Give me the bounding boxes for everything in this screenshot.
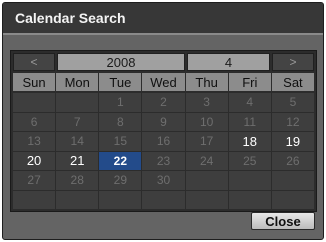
weekday-thu: Thu (185, 73, 228, 91)
day-cell-1: 1 (99, 93, 142, 112)
day-cell-16: 16 (142, 132, 185, 151)
day-cell-29: 29 (99, 171, 142, 190)
day-cell-empty (56, 190, 99, 209)
day-cell-empty (271, 190, 314, 209)
day-cell-28: 28 (56, 171, 99, 190)
weekday-tue: Tue (99, 73, 142, 91)
day-cell-27: 27 (13, 171, 56, 190)
day-cell-3: 3 (185, 93, 228, 112)
day-cell-23: 23 (142, 151, 185, 170)
title-bar: Calendar Search (3, 3, 323, 33)
day-cell-17: 17 (185, 132, 228, 151)
prev-month-button[interactable]: < (13, 53, 55, 71)
day-cell-4: 4 (228, 93, 271, 112)
title-divider (3, 33, 323, 35)
day-cell-18[interactable]: 18 (228, 132, 271, 151)
next-month-button[interactable]: > (272, 53, 314, 71)
close-button[interactable]: Close (251, 212, 315, 230)
day-cell-14: 14 (56, 132, 99, 151)
day-cell-26: 26 (271, 151, 314, 170)
weekday-fri: Fri (228, 73, 271, 91)
day-cell-empty (185, 190, 228, 209)
day-cell-7: 7 (56, 112, 99, 131)
day-cell-30: 30 (142, 171, 185, 190)
day-cell-empty (56, 93, 99, 112)
day-cell-8: 8 (99, 112, 142, 131)
day-cell-25: 25 (228, 151, 271, 170)
weekday-sat: Sat (271, 73, 314, 91)
day-cell-6: 6 (13, 112, 56, 131)
weekday-mon: Mon (56, 73, 99, 91)
day-cell-empty (271, 171, 314, 190)
weekday-header: Sun Mon Tue Wed Thu Fri Sat (13, 73, 314, 91)
calendar-nav: < 2008 4 > (13, 53, 314, 71)
year-field[interactable]: 2008 (57, 53, 185, 71)
day-cell-empty (99, 190, 142, 209)
day-cell-9: 9 (142, 112, 185, 131)
day-cell-11: 11 (228, 112, 271, 131)
day-cell-2: 2 (142, 93, 185, 112)
day-cell-20[interactable]: 20 (13, 151, 56, 170)
weekday-wed: Wed (142, 73, 185, 91)
day-cell-5: 5 (271, 93, 314, 112)
day-cell-12: 12 (271, 112, 314, 131)
dialog-title: Calendar Search (15, 10, 126, 26)
day-cell-15: 15 (99, 132, 142, 151)
day-cell-19[interactable]: 19 (271, 132, 314, 151)
day-cell-10: 10 (185, 112, 228, 131)
weekday-sun: Sun (13, 73, 56, 91)
day-cell-13: 13 (13, 132, 56, 151)
day-cell-empty (13, 93, 56, 112)
month-field[interactable]: 4 (187, 53, 270, 71)
calendar: < 2008 4 > Sun Mon Tue Wed Thu Fri Sat 1… (10, 50, 317, 212)
day-cell-empty (228, 171, 271, 190)
day-cell-empty (185, 171, 228, 190)
day-cell-24: 24 (185, 151, 228, 170)
day-grid: 1 2 3 4 5 6 7 8 9 10 11 12 13 14 15 16 17 18 19 20 21 22 23 24 2… (13, 93, 314, 209)
calendar-search-dialog: Calendar Search < 2008 4 > Sun Mon Tue W… (2, 2, 324, 240)
day-cell-empty (228, 190, 271, 209)
day-cell-empty (142, 190, 185, 209)
day-cell-21[interactable]: 21 (56, 151, 99, 170)
day-cell-empty (13, 190, 56, 209)
day-cell-22[interactable]: 22 (99, 151, 142, 170)
